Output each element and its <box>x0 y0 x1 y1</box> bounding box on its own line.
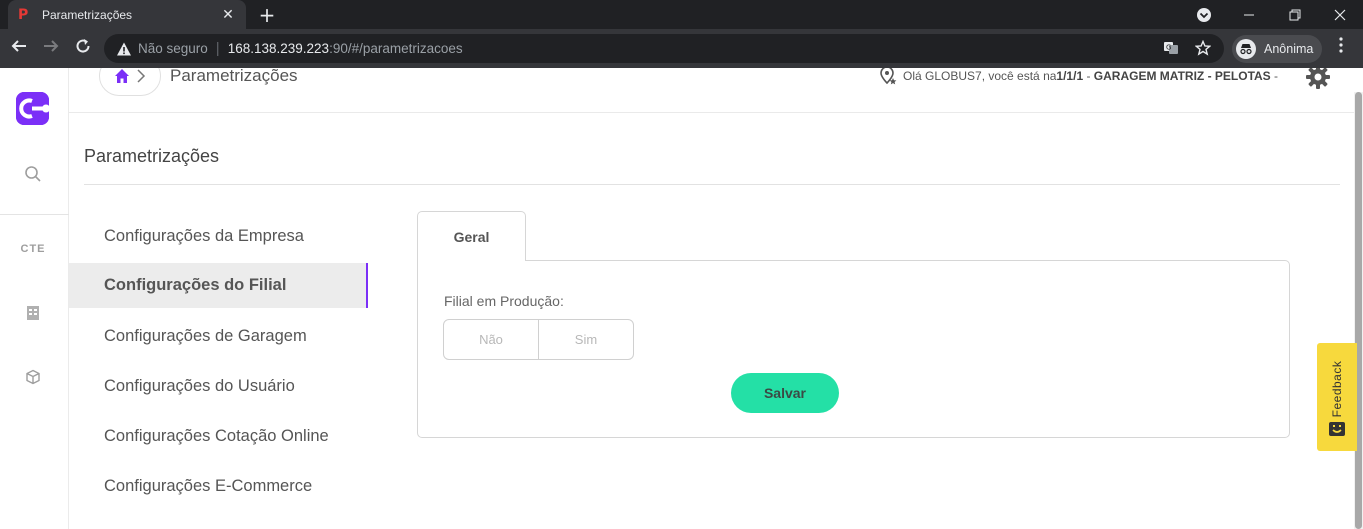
search-icon[interactable] <box>22 163 44 185</box>
feedback-button[interactable]: Feedback <box>1317 343 1357 451</box>
bookmark-star-icon[interactable] <box>1194 39 1212 58</box>
app-root: CTE Parametrizações Olá GLOBUS7, você es… <box>0 68 1363 529</box>
settings-menu: Configurações da Empresa Configurações d… <box>69 211 368 511</box>
address-separator: | <box>215 40 220 57</box>
package-icon[interactable] <box>22 366 44 388</box>
filial-em-producao-label: Filial em Produção: <box>444 293 564 309</box>
receipt-icon[interactable] <box>22 302 44 324</box>
cte-label: CTE <box>20 243 46 255</box>
feedback-label: Feedback <box>1330 360 1344 418</box>
browser-toolbar: Não seguro | 168.138.239.223 :90/#/param… <box>0 29 1363 68</box>
menu-item-ecommerce[interactable]: Configurações E-Commerce <box>69 461 368 511</box>
location-pin-icon <box>877 68 899 87</box>
breadcrumb-current: Parametrizações <box>170 68 298 85</box>
incognito-profile-button[interactable]: Anônima <box>1232 35 1322 63</box>
location-code: 1/1/1 <box>1056 69 1084 83</box>
save-button[interactable]: Salvar <box>731 373 839 413</box>
filial-producao-toggle: Não Sim <box>443 319 634 360</box>
tab-geral[interactable]: Geral <box>417 211 526 261</box>
not-secure-label: Não seguro <box>138 41 208 56</box>
app-logo[interactable] <box>16 92 49 125</box>
home-icon[interactable] <box>114 68 130 84</box>
tab-search-icon[interactable] <box>1181 0 1227 29</box>
location-trailing: - <box>1270 69 1279 83</box>
gear-icon[interactable] <box>1305 68 1331 90</box>
forward-arrow-icon[interactable] <box>40 37 62 59</box>
breadcrumb <box>99 68 161 96</box>
chevron-right-icon <box>136 69 146 83</box>
menu-item-empresa[interactable]: Configurações da Empresa <box>69 211 368 261</box>
tab-close-icon[interactable]: ✕ <box>220 6 236 23</box>
app-header: Parametrizações Olá GLOBUS7, você está n… <box>69 68 1363 113</box>
address-bar[interactable]: Não seguro | 168.138.239.223 :90/#/param… <box>104 34 1224 63</box>
feedback-smile-icon <box>1328 421 1346 437</box>
side-navigation: CTE <box>0 68 69 529</box>
tab-title: Parametrizações <box>42 7 133 22</box>
browser-tab[interactable]: P Parametrizações ✕ <box>8 0 246 29</box>
option-nao[interactable]: Não <box>444 320 538 359</box>
page-scrollbar[interactable] <box>1354 92 1363 529</box>
warning-icon <box>117 42 131 55</box>
menu-item-garagem[interactable]: Configurações de Garagem <box>69 311 368 361</box>
menu-item-cotacao-online[interactable]: Configurações Cotação Online <box>69 411 368 461</box>
tab-panel-geral: Filial em Produção: Não Sim Salvar <box>417 260 1290 438</box>
minimize-icon[interactable] <box>1226 0 1272 29</box>
restore-icon[interactable] <box>1272 0 1318 29</box>
option-sim[interactable]: Sim <box>538 320 633 359</box>
back-arrow-icon[interactable] <box>8 37 30 59</box>
reload-icon[interactable] <box>72 37 94 59</box>
profile-name: Anônima <box>1264 42 1314 56</box>
sidebar-divider <box>0 214 69 215</box>
location-name: GARAGEM MATRIZ - PELOTAS <box>1093 69 1271 83</box>
user-location-info: Olá GLOBUS7, você está na 1/1/1 - GARAGE… <box>877 68 1278 88</box>
menu-item-filial[interactable]: Configurações do Filial <box>69 263 368 308</box>
url-path: :90/#/parametrizacoes <box>329 41 463 56</box>
location-separator: - <box>1083 69 1094 83</box>
browser-tab-bar: P Parametrizações ✕ + <box>0 0 1363 29</box>
translate-icon[interactable]: G <box>1162 40 1180 58</box>
menu-item-usuario[interactable]: Configurações do Usuário <box>69 361 368 411</box>
url-host: 168.138.239.223 <box>227 41 330 56</box>
svg-text:G: G <box>1166 44 1171 52</box>
greeting-text: Olá GLOBUS7, você está na <box>903 69 1057 83</box>
title-divider <box>84 184 1340 185</box>
page-title: Parametrizações <box>84 146 220 166</box>
site-favicon-icon: P <box>18 6 29 23</box>
new-tab-button[interactable]: + <box>256 3 278 27</box>
window-close-icon[interactable] <box>1317 0 1363 29</box>
incognito-icon <box>1236 39 1256 59</box>
browser-menu-icon[interactable] <box>1334 37 1348 59</box>
scrollbar-thumb[interactable] <box>1355 92 1362 529</box>
cte-icon[interactable]: CTE <box>20 238 46 260</box>
